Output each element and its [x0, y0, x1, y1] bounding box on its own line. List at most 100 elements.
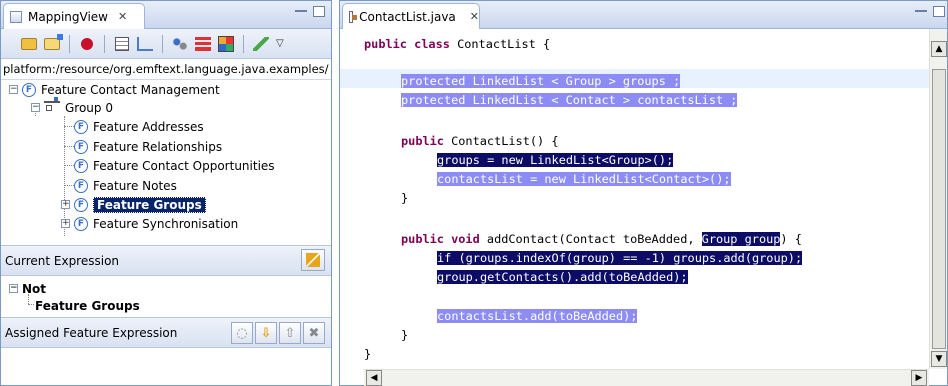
keyword: public [401, 134, 444, 148]
people-button[interactable] [170, 34, 190, 54]
scroll-left-icon[interactable]: ◀ [366, 370, 382, 386]
vertical-scrollbar[interactable]: ▲ ▼ [929, 29, 947, 369]
tree-feature[interactable]: + F Feature Synchronisation [61, 214, 238, 233]
code-text: ) { [780, 232, 802, 246]
feature-icon: F [74, 178, 88, 193]
refresh-button[interactable]: ◌ [231, 322, 253, 344]
feature-icon: F [74, 119, 88, 134]
close-icon[interactable]: ✕ [118, 10, 127, 23]
close-icon[interactable]: ✕ [470, 10, 479, 23]
code-line: if (groups.indexOf(group) == -1) groups.… [437, 249, 803, 268]
assigned-expression-header: Assigned Feature Expression ◌ ⇩ ⇧ ✖ [1, 318, 331, 348]
mapping-toolbar: ▽ [1, 29, 331, 59]
view-icon [10, 10, 22, 23]
tree-view-button[interactable] [135, 34, 155, 54]
collapse-icon[interactable]: − [9, 284, 18, 293]
code-text-area[interactable]: public class ContactList { protected Lin… [340, 29, 930, 369]
horizontal-scrollbar[interactable]: ◀ ▶ [364, 369, 929, 386]
code-text: addContact(Contact toBeAdded, [479, 232, 702, 246]
feature-icon: F [74, 158, 88, 173]
swap-button[interactable] [301, 249, 325, 271]
feature-icon: F [74, 197, 88, 212]
keyword: public class [364, 37, 450, 51]
code-line: public void addContact(Contact toBeAdded… [401, 230, 802, 249]
keyword: public void [401, 232, 480, 246]
people-icon [172, 36, 188, 51]
maximize-icon[interactable] [933, 6, 945, 17]
arrow-up-icon: ⇧ [284, 325, 296, 341]
scroll-up-icon[interactable]: ▲ [931, 41, 947, 57]
tree-feature-label: Feature Relationships [93, 139, 223, 154]
tree-feature[interactable]: F Feature Addresses [74, 117, 204, 136]
collapse-icon[interactable]: − [9, 85, 18, 94]
move-down-button[interactable]: ⇩ [255, 322, 277, 344]
scroll-down-icon[interactable]: ▼ [931, 351, 947, 367]
tree-feature-label: Feature Synchronisation [93, 216, 239, 231]
expr-operator-label: Not [22, 281, 47, 296]
feature-icon: F [74, 139, 88, 154]
maximize-icon[interactable] [313, 6, 325, 17]
mapping-view-tab[interactable]: MappingView ✕ [3, 3, 145, 29]
table-icon [115, 36, 129, 51]
feature-icon: F [74, 216, 88, 231]
editor-tab-label: ContactList.java [359, 9, 456, 24]
open-folder-button[interactable] [19, 34, 39, 54]
current-expression-header: Current Expression [1, 246, 331, 276]
filter-button[interactable] [193, 34, 213, 54]
scroll-right-icon[interactable]: ▶ [911, 370, 927, 386]
editor-tab[interactable]: ContactList.java ✕ [342, 3, 480, 29]
tree-group[interactable]: − Group 0 [31, 97, 113, 117]
expr-operand[interactable]: Feature Groups [35, 296, 140, 315]
record-icon [81, 37, 93, 50]
resource-path: platform:/resource/org.emftext.language.… [1, 59, 331, 80]
code-text: ContactList() { [443, 134, 559, 148]
code-line: } [364, 345, 371, 364]
collapse-icon[interactable]: − [31, 103, 40, 112]
edit-button[interactable] [251, 34, 271, 54]
tree-feature-label: Feature Notes [93, 178, 177, 193]
highlighted-code: contactsList = new LinkedList<Contact>()… [437, 172, 731, 186]
tree-root[interactable]: − F Feature Contact Management [9, 80, 220, 99]
group-icon [44, 97, 60, 114]
view-tab-bar: MappingView ✕ [1, 1, 331, 29]
scrollbar-thumb[interactable] [932, 69, 946, 349]
highlighted-code: groups = new LinkedList<Group>(); [437, 153, 674, 167]
code-line: } [401, 189, 408, 208]
new-folder-button[interactable] [42, 33, 63, 54]
remove-button[interactable]: ✖ [303, 322, 325, 344]
code-line: groups = new LinkedList<Group>(); [437, 151, 674, 170]
java-file-icon [349, 10, 358, 23]
swap-icon [306, 253, 320, 267]
code-line: group.getContacts().add(toBeAdded); [437, 268, 688, 287]
minimize-icon[interactable] [295, 6, 307, 12]
highlighted-code: protected LinkedList < Contact > contact… [401, 93, 738, 107]
code-line: public class ContactList { [364, 35, 550, 54]
view-menu-chevron-down-icon[interactable]: ▽ [276, 38, 284, 49]
code-line: protected LinkedList < Contact > contact… [401, 91, 738, 110]
tree-feature[interactable]: F Feature Notes [74, 176, 177, 195]
assigned-expression-title: Assigned Feature Expression [5, 325, 178, 340]
table-view-button[interactable] [112, 34, 132, 54]
filter-icon [195, 36, 211, 51]
expand-icon[interactable]: + [61, 219, 70, 228]
tree-feature[interactable]: F Feature Contact Opportunities [74, 156, 275, 175]
tree-feature-label: Feature Addresses [93, 119, 204, 134]
pencil-icon [253, 36, 269, 51]
color-button[interactable] [216, 34, 236, 54]
record-button[interactable] [77, 34, 97, 54]
highlighted-code: group.getContacts().add(toBeAdded); [437, 270, 688, 284]
refresh-icon: ◌ [236, 325, 248, 341]
editor-tab-bar: ContactList.java ✕ [340, 1, 947, 29]
tree-group-label: Group 0 [65, 100, 113, 115]
code-text: ContactList { [449, 37, 551, 51]
minimize-icon[interactable] [915, 6, 927, 12]
delete-icon: ✖ [308, 325, 320, 341]
tree-feature-selected[interactable]: + F Feature Groups [61, 195, 206, 214]
move-up-button[interactable]: ⇧ [279, 322, 301, 344]
arrow-down-icon: ⇩ [260, 325, 272, 341]
expand-icon[interactable]: + [61, 200, 70, 209]
tree-feature[interactable]: F Feature Relationships [74, 137, 222, 156]
folder-icon [21, 37, 37, 50]
tree-feature-label: Feature Contact Opportunities [93, 158, 275, 173]
color-palette-icon [218, 35, 234, 52]
